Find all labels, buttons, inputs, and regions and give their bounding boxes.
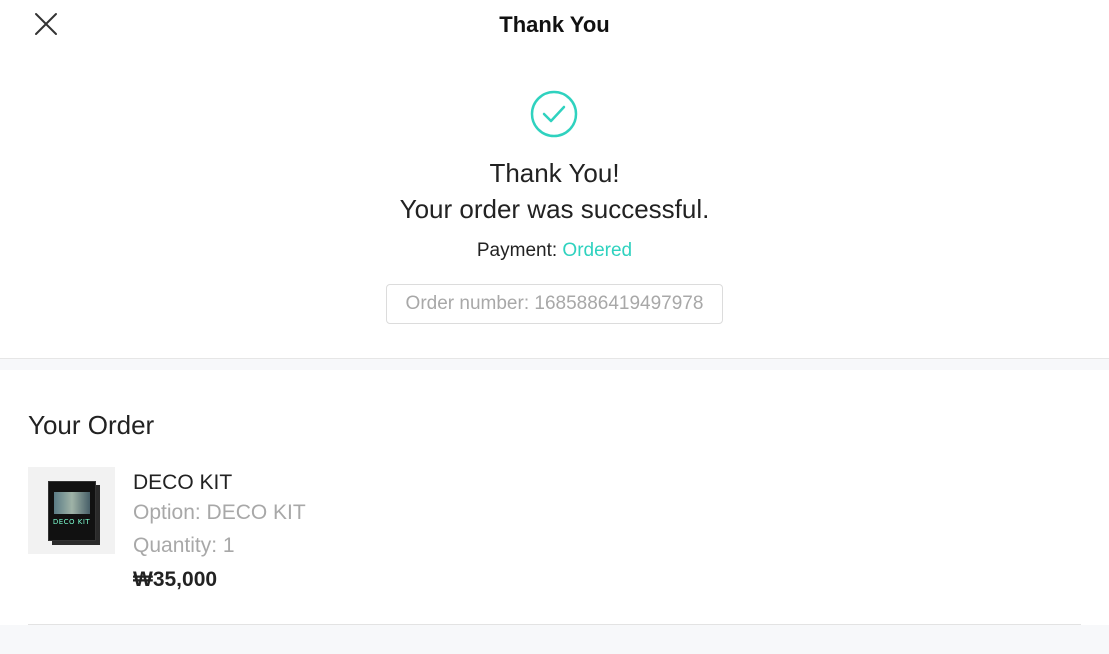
payment-status: Ordered xyxy=(562,240,633,261)
success-message: Your order was successful. xyxy=(399,194,710,224)
box-label: DECO KIT xyxy=(52,517,91,526)
thanks-heading: Thank You! xyxy=(489,158,620,188)
success-section: Thank You! Your order was successful. Pa… xyxy=(0,50,1109,358)
order-number-box: Order number: 1685886419497978 xyxy=(386,284,723,324)
check-circle-icon xyxy=(530,90,578,138)
box-art xyxy=(53,491,90,514)
order-confirmation-page: Thank You Thank You! Your order was succ… xyxy=(0,0,1109,654)
payment-label: Payment: xyxy=(476,240,558,261)
product-quantity: Quantity: 1 xyxy=(133,534,235,557)
deco-kit-product-image: DECO KIT xyxy=(47,480,96,541)
page-title: Thank You xyxy=(499,12,610,37)
payment-row: Payment: Ordered xyxy=(0,240,1109,262)
product-option: Option: DECO KIT xyxy=(133,501,306,524)
header: Thank You xyxy=(0,0,1109,50)
product-name[interactable]: DECO KIT xyxy=(133,471,232,495)
bottom-band xyxy=(0,625,1109,654)
product-thumbnail[interactable]: DECO KIT xyxy=(28,467,115,554)
your-order-title: Your Order xyxy=(28,410,155,440)
section-divider xyxy=(0,358,1109,370)
product-price: ₩35,000 xyxy=(133,568,218,591)
